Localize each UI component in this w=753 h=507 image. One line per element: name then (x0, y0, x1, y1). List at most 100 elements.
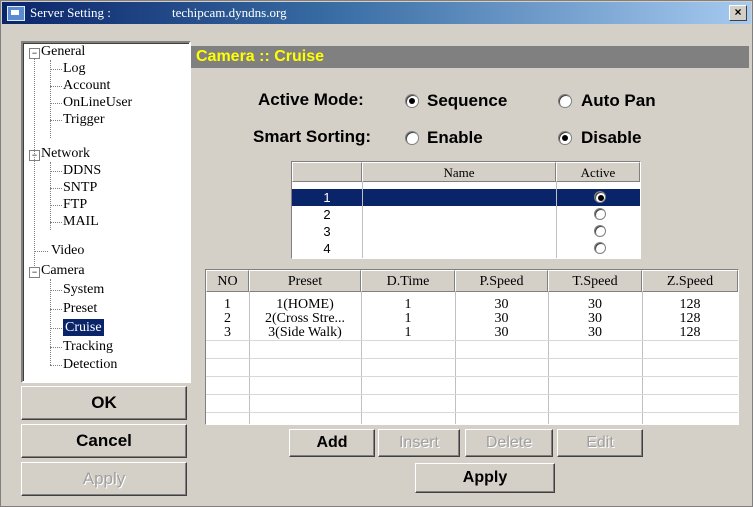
active-mode-label: Active Mode: (258, 90, 364, 109)
server-setting-window: Server Setting : techipcam.dyndns.org × … (0, 0, 753, 507)
cruise-table[interactable]: Name Active 1 2 3 4 (291, 161, 641, 259)
cruise-row[interactable]: 3 (292, 223, 640, 240)
tree-item-preset[interactable]: Preset (63, 300, 97, 317)
cell-tspeed: 30 (588, 298, 602, 312)
cell-zspeed: 128 (679, 326, 701, 340)
disable-radio[interactable] (558, 131, 572, 145)
tree-item-cruise[interactable]: Cruise (63, 319, 104, 336)
row-divider (206, 340, 738, 341)
auto-pan-radio[interactable] (558, 94, 572, 108)
tree-item-onlineuser[interactable]: OnLineUser (63, 94, 132, 111)
column-divider (556, 182, 557, 258)
insert-button[interactable]: Insert (378, 429, 460, 457)
auto-pan-label[interactable]: Auto Pan (581, 91, 656, 111)
cruise-row-no: 2 (323, 207, 331, 222)
enable-radio[interactable] (405, 131, 419, 145)
cell-pspeed: 30 (494, 326, 509, 340)
disable-label[interactable]: Disable (581, 128, 641, 148)
apply-button[interactable]: Apply (415, 463, 555, 493)
cruise-row-no: 4 (323, 241, 331, 256)
tree-item-detection[interactable]: Detection (63, 356, 117, 373)
cruise-active-radio[interactable] (594, 191, 606, 203)
cell-no: 2 (224, 312, 231, 326)
table-row[interactable]: 2 2(Cross Stre... 1 30 30 128 (206, 312, 738, 326)
collapse-camera-icon[interactable]: − (29, 267, 40, 278)
preset-header-pspeed[interactable]: P.Speed (455, 270, 548, 292)
tree-item-mail[interactable]: MAIL (63, 213, 99, 230)
cell-no: 1 (224, 298, 231, 312)
sequence-radio[interactable] (405, 94, 419, 108)
cruise-row-no: 3 (323, 224, 331, 239)
title-bar[interactable]: Server Setting : techipcam.dyndns.org × (2, 2, 751, 24)
cruise-row[interactable]: 1 (292, 189, 640, 206)
cancel-button[interactable]: Cancel (21, 424, 187, 458)
delete-button[interactable]: Delete (465, 429, 553, 457)
cruise-active-radio[interactable] (594, 225, 606, 237)
preset-header-tspeed[interactable]: T.Speed (548, 270, 642, 292)
column-divider (362, 182, 363, 258)
cell-pspeed: 30 (494, 298, 509, 312)
preset-header-no[interactable]: NO (206, 270, 249, 292)
page-title: Camera :: Cruise (191, 46, 749, 68)
tree-line (50, 290, 62, 291)
tree-line (50, 60, 51, 138)
ok-button[interactable]: OK (21, 386, 187, 420)
tree-line (50, 103, 62, 104)
add-button[interactable]: Add (289, 429, 375, 457)
cruise-row[interactable]: 2 (292, 206, 640, 223)
tree-item-log[interactable]: Log (63, 60, 86, 77)
row-divider (206, 394, 738, 395)
table-row[interactable]: 1 1(HOME) 1 30 30 128 (206, 298, 738, 312)
preset-header-dtime[interactable]: D.Time (361, 270, 455, 292)
cruise-active-radio[interactable] (594, 208, 606, 220)
tree-item-network[interactable]: Network (41, 145, 90, 162)
tree-item-tracking[interactable]: Tracking (63, 338, 113, 355)
cell-zspeed: 128 (679, 312, 701, 326)
row-divider (206, 376, 738, 377)
tree-line (50, 365, 62, 366)
cell-dtime: 1 (404, 312, 412, 326)
tree-item-camera[interactable]: Camera (41, 262, 85, 279)
tree-item-ftp[interactable]: FTP (63, 196, 87, 213)
tree-line (50, 222, 62, 223)
preset-table[interactable]: NO Preset D.Time P.Speed T.Speed Z.Speed… (205, 269, 739, 425)
cell-tspeed: 30 (588, 312, 602, 326)
tree-line (50, 309, 62, 310)
tree-line (50, 205, 62, 206)
cell-no: 3 (224, 326, 231, 340)
cell-preset: 3(Side Walk) (268, 326, 342, 340)
tree-line (50, 120, 62, 121)
tree-item-sntp[interactable]: SNTP (63, 179, 97, 196)
cruise-header-no[interactable] (292, 162, 362, 182)
window-title: Server Setting : (30, 5, 111, 20)
tree-item-trigger[interactable]: Trigger (63, 111, 105, 128)
tree-item-video[interactable]: Video (51, 242, 84, 259)
preset-header-preset[interactable]: Preset (249, 270, 361, 292)
table-row[interactable]: 3 3(Side Walk) 1 30 30 128 (206, 326, 738, 340)
cell-tspeed: 30 (588, 326, 602, 340)
preset-header-zspeed[interactable]: Z.Speed (642, 270, 738, 292)
cruise-header-name[interactable]: Name (362, 162, 556, 182)
apply-left-button[interactable]: Apply (21, 462, 187, 496)
sequence-label[interactable]: Sequence (427, 91, 507, 111)
collapse-general-icon[interactable]: − (29, 48, 40, 59)
edit-button[interactable]: Edit (557, 429, 643, 457)
tree-line (50, 328, 62, 329)
cruise-active-radio[interactable] (594, 242, 606, 254)
tree-line (34, 59, 35, 270)
tree-item-ddns[interactable]: DDNS (63, 162, 101, 179)
tree-line (34, 251, 48, 252)
cruise-row-no: 1 (323, 190, 331, 205)
cruise-row[interactable]: 4 (292, 240, 640, 257)
tree-item-account[interactable]: Account (63, 77, 110, 94)
cell-preset: 1(HOME) (276, 298, 334, 312)
close-icon[interactable]: × (729, 5, 747, 21)
cell-preset: 2(Cross Stre... (264, 312, 346, 326)
tree-line (50, 171, 62, 172)
tree-line (50, 69, 62, 70)
tree-item-general[interactable]: General (41, 43, 85, 60)
settings-tree[interactable]: − General Log Account OnLineUser Trigger… (21, 41, 191, 383)
cruise-header-active[interactable]: Active (556, 162, 640, 182)
tree-item-system[interactable]: System (63, 281, 104, 298)
enable-label[interactable]: Enable (427, 128, 483, 148)
